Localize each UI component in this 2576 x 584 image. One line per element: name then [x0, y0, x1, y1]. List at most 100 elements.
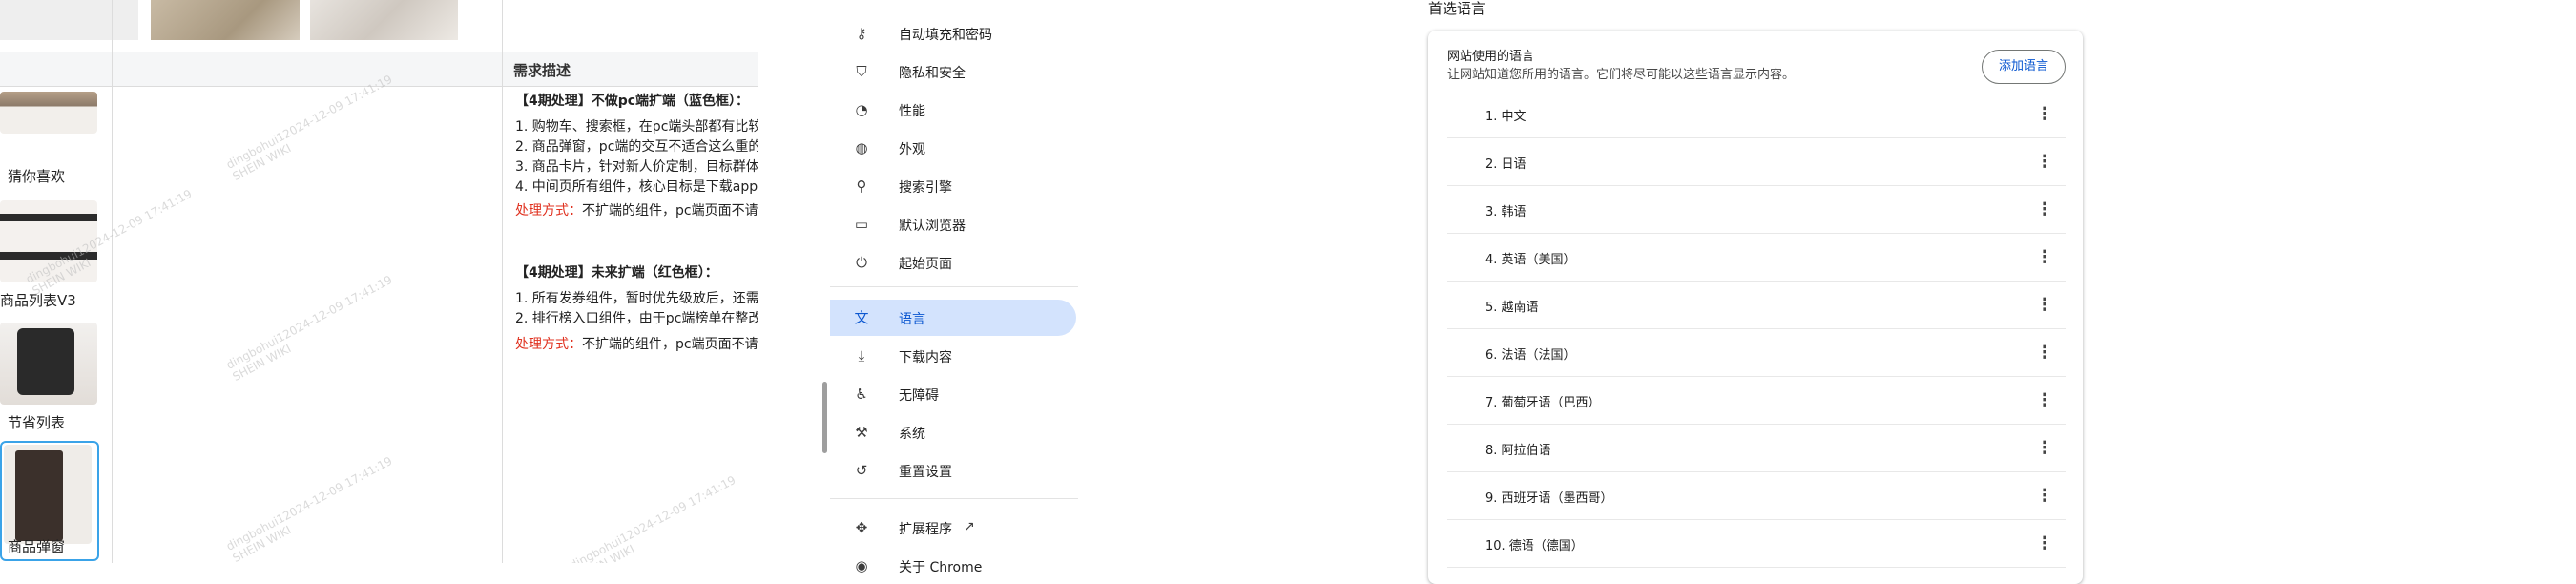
browser-window-icon: ▭ [854, 216, 869, 233]
nav-item-reset[interactable]: ↺ 重置设置 [830, 452, 1078, 489]
divider [502, 0, 503, 563]
more-vert-icon[interactable]: ⋮ [2035, 341, 2054, 365]
language-name: 4. 英语（美国） [1485, 253, 1576, 267]
more-vert-icon[interactable]: ⋮ [2035, 388, 2054, 413]
language-name: 6. 法语（法国） [1485, 348, 1576, 363]
speedometer-icon: ◔ [855, 101, 868, 118]
nav-item-partial[interactable]: ◦ [830, 0, 1078, 15]
external-link-icon: ↗ [964, 519, 975, 534]
nav-item-extensions[interactable]: ✥ 扩展程序 ↗ [830, 510, 1078, 546]
language-row: 6. 法语（法国） ⋮ [1447, 329, 2066, 377]
requirement-line: 1. 购物车、搜索框，在pc端头部都有比较 [515, 119, 758, 135]
watermark: dingbohui12024-12-09 17:41:19SHEIN WIKI [223, 272, 395, 385]
nav-item-label: 关于 Chrome [899, 560, 983, 575]
nav-item-system[interactable]: ⚒ 系统 [830, 414, 1078, 450]
requirement-line: 2. 排行榜入口组件，由于pc端榜单在整改 [515, 311, 758, 326]
scrollbar-thumb[interactable] [822, 382, 827, 453]
nav-item-appearance[interactable]: ◍ 外观 [830, 130, 1078, 166]
nav-item-label: 默认浏览器 [899, 219, 966, 234]
language-name: 2. 日语 [1485, 157, 1527, 172]
card-title: 网站使用的语言 [1447, 50, 1535, 64]
nav-item-label: 重置设置 [899, 465, 952, 480]
palette-icon: ◍ [855, 139, 868, 156]
nav-item-label: 起始页面 [899, 257, 952, 272]
component-thumbnail [0, 92, 97, 134]
nav-item-autofill[interactable]: ⚷ 自动填充和密码 [830, 15, 1078, 52]
thumbnail-image [0, 0, 138, 40]
divider [112, 0, 113, 563]
nav-item-performance[interactable]: ◔ 性能 [830, 92, 1078, 128]
language-name: 7. 葡萄牙语（巴西） [1485, 396, 1601, 410]
language-name: 9. 西班牙语（墨西哥） [1485, 491, 1613, 506]
requirement-line: 4. 中间页所有组件，核心目标是下载app [515, 179, 758, 195]
nav-item-label: 无障碍 [899, 388, 939, 404]
language-name: 3. 韩语 [1485, 205, 1527, 219]
thumbnail-image [151, 0, 300, 40]
search-icon: ⚲ [856, 177, 867, 195]
nav-item-default-browser[interactable]: ▭ 默认浏览器 [830, 206, 1078, 242]
nav-item-privacy[interactable]: ⛉ 隐私和安全 [830, 53, 1078, 90]
card-subtitle: 让网站知道您所用的语言。它们将尽可能以这些语言显示内容。 [1447, 68, 1796, 82]
add-language-button[interactable]: 添加语言 [1982, 50, 2066, 84]
thumbnail-image [310, 0, 458, 40]
nav-item-about[interactable]: ◉ 关于 Chrome [830, 548, 1078, 584]
requirement-line: 2. 商品弹窗，pc端的交互不适合这么重的 [515, 139, 758, 155]
nav-item-search-engine[interactable]: ⚲ 搜索引擎 [830, 168, 1078, 204]
language-row: 9. 西班牙语（墨西哥） ⋮ [1447, 472, 2066, 520]
wrench-icon: ⚒ [855, 424, 868, 441]
more-vert-icon[interactable]: ⋮ [2035, 484, 2054, 509]
nav-item-startup[interactable]: ⏻ 起始页面 [830, 244, 1078, 281]
requirement-title: 【4期处理】不做pc端扩端（蓝色框）： [515, 94, 750, 109]
language-row: 10. 德语（德国） ⋮ [1447, 520, 2066, 568]
nav-item-downloads[interactable]: ⤓ 下载内容 [830, 338, 1078, 374]
method-label: 处理方式： [515, 337, 582, 352]
nav-item-label: 下载内容 [899, 350, 952, 365]
table-header-cell [0, 52, 502, 86]
accessibility-icon: ♿ [855, 386, 868, 403]
language-row: 2. 日语 ⋮ [1447, 138, 2066, 186]
method-label: 处理方式： [515, 203, 582, 219]
more-vert-icon[interactable]: ⋮ [2035, 102, 2054, 127]
shield-icon: ⛉ [856, 63, 867, 80]
language-name: 10. 德语（德国） [1485, 539, 1584, 553]
chrome-icon: ◉ [855, 557, 868, 574]
method-text: 不扩端的组件，pc端页面不请求 [582, 337, 758, 352]
more-vert-icon[interactable]: ⋮ [2035, 198, 2054, 222]
nav-item-label: 性能 [899, 104, 925, 119]
key-icon: ⚷ [856, 25, 867, 42]
translate-icon: 文 [854, 309, 869, 326]
selection-frame [0, 441, 99, 561]
requirement-line: 3. 商品卡片，针对新人价定制，目标群体 [515, 159, 758, 175]
language-row: 4. 英语（美国） ⋮ [1447, 234, 2066, 282]
method-text: 不扩端的组件，pc端页面不请求 [582, 203, 758, 219]
nav-item-languages[interactable]: 文 语言 [830, 300, 1076, 336]
language-name: 1. 中文 [1485, 110, 1527, 124]
nav-item-label: 外观 [899, 142, 925, 157]
section-title: 首选语言 [1428, 0, 1486, 17]
language-row: 7. 葡萄牙语（巴西） ⋮ [1447, 377, 2066, 425]
language-row: 5. 越南语 ⋮ [1447, 282, 2066, 329]
nav-item-label: 扩展程序 [899, 522, 952, 537]
component-label: 猜你喜欢 [8, 168, 66, 185]
more-vert-icon[interactable]: ⋮ [2035, 532, 2054, 556]
more-vert-icon[interactable]: ⋮ [2035, 293, 2054, 318]
divider [830, 498, 1078, 499]
nav-item-label: 隐私和安全 [899, 66, 966, 81]
nav-item-accessibility[interactable]: ♿ 无障碍 [830, 376, 1078, 412]
more-vert-icon[interactable]: ⋮ [2035, 150, 2054, 175]
nav-item-label: 语言 [899, 312, 925, 327]
circle-icon: ◦ [853, 0, 870, 6]
language-row: 1. 中文 ⋮ [1447, 91, 2066, 138]
more-vert-icon[interactable]: ⋮ [2035, 436, 2054, 461]
download-icon: ⤓ [858, 347, 865, 365]
requirement-block: 【4期处理】未来扩端（红色框）： 1. 所有发券组件，暂时优先级放后，还需 2.… [515, 263, 758, 355]
requirement-block: 【4期处理】不做pc端扩端（蓝色框）： 1. 购物车、搜索框，在pc端头部都有比… [515, 92, 758, 221]
reset-icon: ↺ [855, 462, 868, 479]
languages-card: 网站使用的语言 让网站知道您所用的语言。它们将尽可能以这些语言显示内容。 添加语… [1428, 31, 2083, 584]
watermark: dingbohui12024-12-09 17:41:19SHEIN WIKI [223, 453, 395, 563]
language-row: 3. 韩语 ⋮ [1447, 186, 2066, 234]
more-vert-icon[interactable]: ⋮ [2035, 245, 2054, 270]
power-icon: ⏻ [856, 254, 867, 271]
requirement-title: 【4期处理】未来扩端（红色框）： [515, 265, 718, 281]
nav-item-label: 系统 [899, 427, 925, 442]
